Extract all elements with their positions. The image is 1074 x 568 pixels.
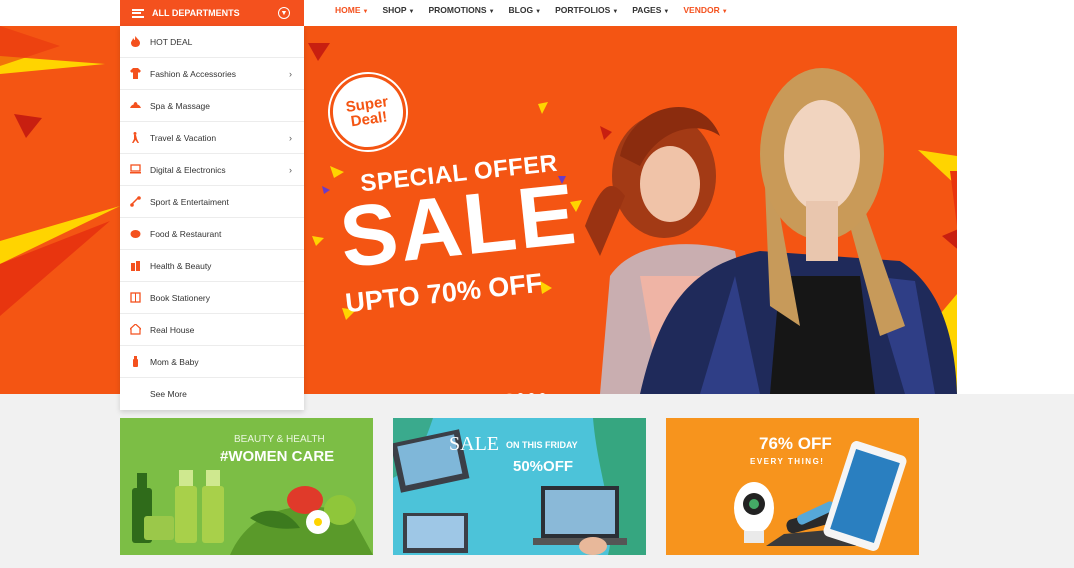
chevron-down-icon: ▼: [663, 9, 670, 15]
top-bar: ALL DEPARTMENTS ▼ HOME ▼ SHOP ▼ PROMOTIONS…: [0, 0, 1074, 26]
category-label: Spa & Massage: [150, 100, 211, 111]
promo-blue-sale: SALE: [449, 433, 499, 455]
shirt-icon: [130, 68, 141, 79]
nav-home-label: HOME: [335, 5, 361, 15]
chevron-down-icon: ▼: [362, 9, 369, 15]
promo-orange-subtitle: EVERY THING!: [750, 457, 825, 466]
lotus-icon: [130, 100, 141, 111]
category-label: Sport & Entertaiment: [150, 196, 229, 207]
category-label: Health & Beauty: [150, 260, 212, 271]
flame-icon: [130, 36, 141, 47]
chevron-right-icon: ›: [289, 132, 292, 143]
nav-promotions-label: PROMOTIONS: [428, 5, 487, 15]
all-departments-button[interactable]: ALL DEPARTMENTS ▼: [120, 0, 304, 26]
category-spa[interactable]: Spa & Massage: [120, 90, 304, 122]
category-mom-baby[interactable]: Mom & Baby: [120, 346, 304, 378]
chevron-down-icon: ▼: [721, 9, 728, 15]
chevron-down-icon: ▼: [535, 9, 542, 15]
badge-line2: Deal!: [349, 108, 389, 131]
category-label: Travel & Vacation: [150, 132, 217, 143]
food-icon: [130, 228, 141, 239]
chevron-down-icon: ▼: [612, 9, 619, 15]
nav-promotions[interactable]: PROMOTIONS ▼: [429, 5, 495, 15]
category-book[interactable]: Book Stationery: [120, 282, 304, 314]
category-hot-deal[interactable]: HOT DEAL: [120, 26, 304, 58]
traveler-icon: [130, 132, 141, 143]
category-fashion[interactable]: Fashion & Accessories ›: [120, 58, 304, 90]
chevron-down-icon: ▼: [488, 9, 495, 15]
chevron-down-icon: ▼: [408, 9, 415, 15]
nav-pages[interactable]: PAGES ▼: [632, 5, 669, 15]
carousel-dot-3[interactable]: [528, 393, 535, 394]
nav-portfolios[interactable]: PORTFOLIOS ▼: [555, 5, 618, 15]
category-label: Mom & Baby: [150, 356, 199, 367]
promo-blue-friday: ON THIS FRIDAY: [506, 440, 578, 450]
baby-bottle-icon: [130, 356, 141, 367]
promo-friday-sale[interactable]: SALE ON THIS FRIDAY 50%OFF: [393, 418, 646, 555]
category-label: Fashion & Accessories: [150, 68, 236, 79]
carousel-dot-1[interactable]: [506, 393, 513, 394]
category-label: Real House: [150, 324, 195, 335]
laptop-icon: [130, 164, 141, 175]
nav-shop[interactable]: SHOP ▼: [382, 5, 414, 15]
promo-green-title: #WOMEN CARE: [220, 448, 335, 465]
nav-blog-label: BLOG: [508, 5, 534, 15]
category-sidebar: HOT DEAL Fashion & Accessories › Spa & M…: [120, 26, 304, 410]
category-sport[interactable]: Sport & Entertaiment: [120, 186, 304, 218]
bottles-icon: [130, 260, 141, 271]
carousel-dot-2[interactable]: [517, 393, 524, 394]
promo-orange-discount: 76% OFF: [759, 434, 832, 453]
category-travel[interactable]: Travel & Vacation ›: [120, 122, 304, 154]
dumbbell-icon: [130, 196, 141, 207]
nav-portfolios-label: PORTFOLIOS: [555, 5, 611, 15]
promo-green-subtitle: BEAUTY & HEALTH: [234, 434, 325, 445]
circle-chevron-down-icon: ▼: [278, 7, 290, 19]
promo-blue-discount: 50%OFF: [513, 458, 574, 475]
nav-blog[interactable]: BLOG ▼: [509, 5, 542, 15]
electronics-image: [393, 418, 646, 555]
nav-vendor-label: VENDOR: [683, 5, 720, 15]
category-see-more[interactable]: See More: [120, 378, 304, 410]
chevron-right-icon: ›: [289, 164, 292, 175]
carousel-dot-4[interactable]: [539, 393, 546, 394]
category-label: Food & Restaurant: [150, 228, 222, 239]
category-food[interactable]: Food & Restaurant: [120, 218, 304, 250]
hero-right-blank: [957, 26, 1074, 394]
category-digital[interactable]: Digital & Electronics ›: [120, 154, 304, 186]
category-label: See More: [150, 389, 187, 399]
menu-icon: [132, 8, 144, 18]
category-house[interactable]: Real House: [120, 314, 304, 346]
nav-pages-label: PAGES: [632, 5, 662, 15]
promo-76-off[interactable]: 76% OFF EVERY THING!: [666, 418, 919, 555]
house-icon: [130, 324, 141, 335]
book-icon: [130, 292, 141, 303]
category-label: Book Stationery: [150, 292, 211, 303]
category-label: Digital & Electronics: [150, 164, 226, 175]
category-health[interactable]: Health & Beauty: [120, 250, 304, 282]
all-departments-label: ALL DEPARTMENTS: [152, 8, 240, 18]
nav-vendor[interactable]: VENDOR ▼: [683, 5, 727, 15]
nav-shop-label: SHOP: [382, 5, 407, 15]
main-nav: HOME ▼ SHOP ▼ PROMOTIONS ▼ BLOG ▼ PORTFOLIOS…: [335, 0, 728, 20]
nav-home[interactable]: HOME ▼: [335, 5, 368, 15]
category-label: HOT DEAL: [150, 36, 193, 47]
promo-women-care[interactable]: BEAUTY & HEALTH #WOMEN CARE: [120, 418, 373, 555]
carousel-dots: [506, 393, 546, 394]
chevron-right-icon: ›: [289, 68, 292, 79]
